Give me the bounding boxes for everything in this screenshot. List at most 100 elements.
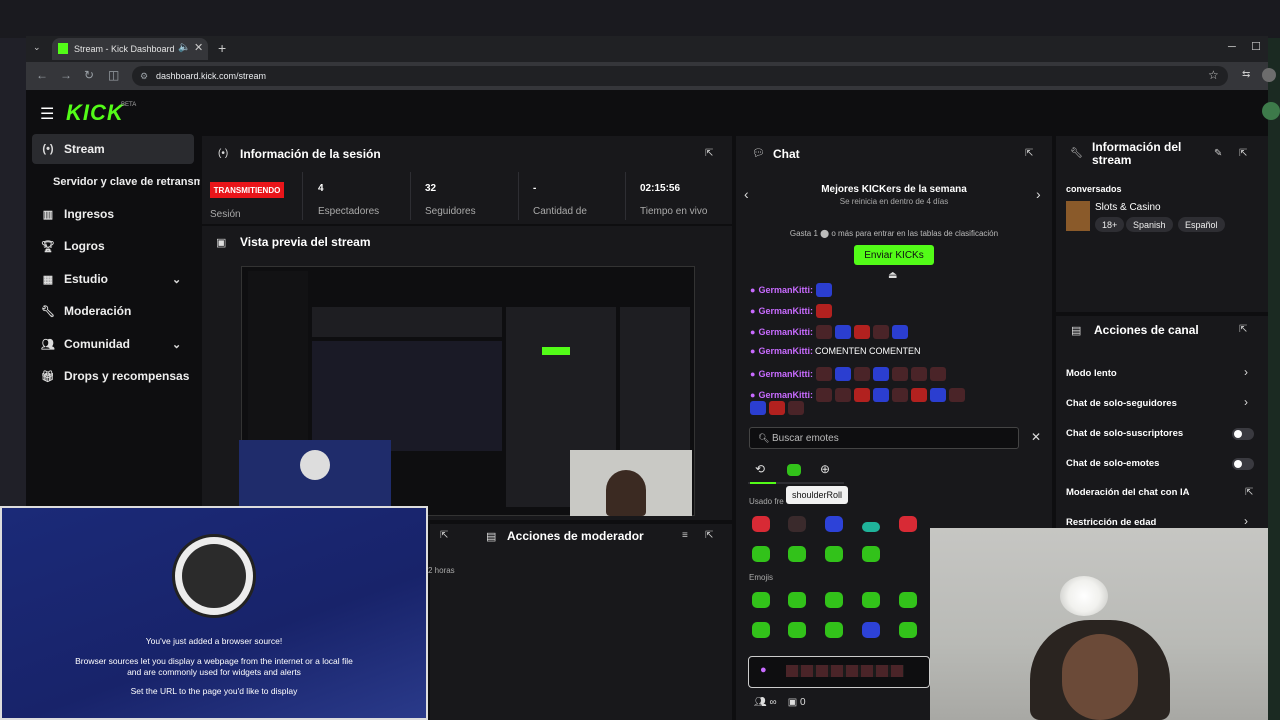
popout-icon[interactable]: ⇱ [1239, 148, 1247, 159]
emote-button[interactable] [899, 516, 917, 532]
points-icon: ▣ [787, 697, 798, 708]
emoji-button[interactable] [899, 592, 917, 608]
extensions-icon[interactable]: ⇆ [1242, 69, 1250, 80]
chat-text: COMENTEN COMENTEN [814, 346, 921, 356]
chat-username[interactable]: GermanKitti: [758, 285, 813, 295]
mic-icon: ● [750, 327, 756, 337]
popout-icon[interactable]: ⇱ [705, 148, 713, 159]
browser-tab[interactable]: Stream - Kick Dashboard 🔈 ✕ [52, 38, 208, 60]
emoji-button[interactable] [788, 592, 806, 608]
action-ai-moderation[interactable]: Moderación del chat con IA [1066, 487, 1256, 498]
action-label: Chat de solo-emotes [1066, 458, 1160, 469]
action-label: Chat de solo-seguidores [1066, 398, 1177, 409]
external-link-icon[interactable]: ⇱ [1245, 487, 1253, 498]
sidebar-item-moderacion[interactable]: 🔧︎ Moderación [32, 296, 194, 326]
sidebar-item-drops[interactable]: 🎁︎ Drops y recompensas [32, 361, 194, 391]
chevron-right-icon[interactable]: › [1244, 365, 1248, 379]
kick-logo[interactable]: KICK [66, 100, 124, 126]
category-name[interactable]: Slots & Casino [1095, 202, 1161, 213]
chat-username[interactable]: GermanKitti: [758, 346, 813, 356]
sidebar-item-ingresos[interactable]: ▥ Ingresos [32, 199, 194, 229]
profile-avatar[interactable] [1262, 68, 1276, 82]
emote-button[interactable] [752, 516, 770, 532]
mic-icon: ● [750, 306, 756, 316]
window-controls[interactable]: ─ ☐ [1228, 40, 1261, 53]
mic-icon: ● [760, 664, 767, 676]
emote-button[interactable] [862, 522, 880, 532]
obs-heading: You've just added a browser source! [145, 636, 283, 646]
popout-icon[interactable]: ⇱ [1239, 324, 1247, 335]
sidebar-toggle-icon[interactable]: ◫ [108, 68, 119, 82]
popout-icon[interactable]: ⇱ [1025, 148, 1033, 159]
stat-label: Espectadores [318, 206, 380, 217]
action-age-restriction[interactable]: Restricción de edad [1066, 517, 1256, 528]
emoji-button[interactable] [752, 622, 770, 638]
sidebar-item-label: Drops y recompensas [64, 369, 190, 383]
action-label: Moderación del chat con IA [1066, 487, 1190, 498]
emoji-button[interactable] [862, 622, 880, 638]
action-subscribers-only[interactable]: Chat de solo-suscriptores [1066, 428, 1256, 439]
emoji-button[interactable] [825, 592, 843, 608]
popout-icon[interactable]: ⇱ [705, 530, 713, 541]
emote-button[interactable] [825, 546, 843, 562]
chat-title: Chat [773, 147, 800, 161]
emoji-button[interactable] [788, 622, 806, 638]
emoji-button[interactable] [899, 622, 917, 638]
os-right-strip [1268, 38, 1280, 720]
sidebar-item-comunidad[interactable]: 👥︎ Comunidad ⌄ [32, 329, 194, 359]
channel-emotes-tab-icon[interactable] [787, 464, 801, 476]
chat-username[interactable]: GermanKitti: [758, 369, 813, 379]
site-info-icon[interactable]: ⚙ [140, 71, 148, 82]
forward-arrow-icon[interactable]: → [60, 68, 72, 82]
globe-emotes-tab-icon[interactable]: ⊕ [820, 462, 830, 476]
emoji-button[interactable] [862, 592, 880, 608]
edit-icon[interactable]: ✎ [1214, 148, 1222, 159]
users-icon[interactable]: 👥︎ [754, 697, 767, 708]
emoji-button[interactable] [825, 622, 843, 638]
speaker-icon[interactable]: 🔈 [178, 42, 190, 53]
sidebar-item-estudio[interactable]: ▦ Estudio ⌄ [32, 264, 194, 294]
sidebar-item-logros[interactable]: 🏆︎ Logros [32, 231, 194, 261]
tab-close-icon[interactable]: ✕ [194, 41, 203, 54]
filter-icon[interactable]: ≡ [682, 530, 688, 541]
recent-emotes-tab-icon[interactable]: ⟲ [755, 462, 765, 476]
sidebar-item-server-key[interactable]: Servidor y clave de retransmisión [53, 176, 200, 188]
back-arrow-icon[interactable]: ← [36, 68, 48, 82]
chat-username[interactable]: GermanKitti: [758, 327, 813, 337]
action-emotes-only[interactable]: Chat de solo-emotes [1066, 458, 1256, 469]
chevron-right-icon[interactable]: › [1244, 395, 1248, 409]
emote-button[interactable] [788, 546, 806, 562]
emote-button[interactable] [752, 546, 770, 562]
eject-icon[interactable]: ⏏ [888, 270, 897, 281]
wrench-icon: 🔧︎ [41, 305, 55, 318]
menu-icon[interactable]: ☰ [40, 104, 54, 124]
user-avatar[interactable] [1262, 102, 1280, 120]
subscribers-only-toggle[interactable] [1232, 428, 1254, 440]
reload-icon[interactable]: ↻ [84, 68, 94, 82]
sidebar-item-stream[interactable]: (•) Stream [32, 134, 194, 164]
chat-message: ● GermanKitti: [750, 388, 965, 402]
chevron-down-icon[interactable]: ⌄ [172, 273, 181, 286]
tab-title: Stream - Kick Dashboard [74, 44, 175, 54]
action-followers-only[interactable]: Chat de solo-seguidores [1066, 398, 1256, 409]
emote-button[interactable] [862, 546, 880, 562]
chat-username[interactable]: GermanKitti: [758, 390, 813, 400]
emotes-only-toggle[interactable] [1232, 458, 1254, 470]
sidebar-item-label: Stream [64, 142, 105, 156]
new-tab-button[interactable]: + [218, 40, 226, 56]
action-slow-mode[interactable]: Modo lento [1066, 368, 1256, 379]
chevron-right-icon[interactable]: › [1244, 514, 1248, 528]
chevron-down-icon[interactable]: ⌄ [172, 338, 181, 351]
emote [834, 367, 851, 381]
send-kicks-button[interactable]: Enviar KICKs [854, 245, 934, 265]
tab-search-icon[interactable]: ⌄ [33, 42, 41, 53]
popout-icon[interactable]: ⇱ [440, 530, 448, 541]
emote-button[interactable] [825, 516, 843, 532]
emote-search-input[interactable]: 🔍︎ Buscar emotes [749, 427, 1019, 449]
emote-button[interactable] [788, 516, 806, 532]
chat-username[interactable]: GermanKitti: [758, 306, 813, 316]
emoji-button[interactable] [752, 592, 770, 608]
bookmark-star-icon[interactable]: ☆ [1208, 68, 1219, 82]
address-bar[interactable]: ⚙ dashboard.kick.com/stream [132, 66, 1228, 86]
close-icon[interactable]: ✕ [1031, 430, 1041, 444]
